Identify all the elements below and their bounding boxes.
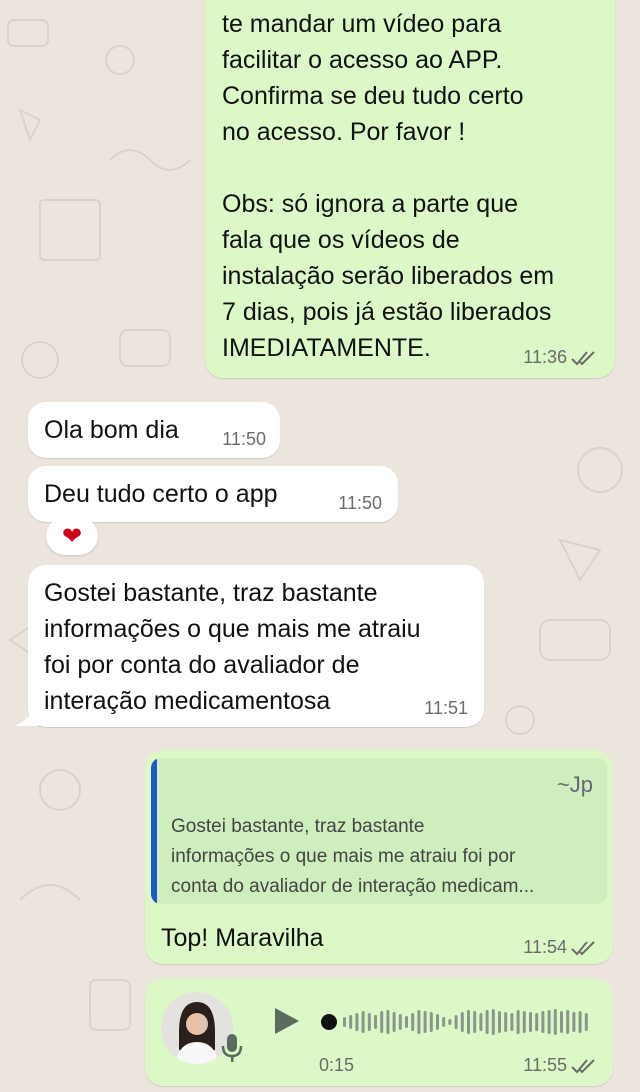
quoted-message[interactable]: ~Jp Gostei bastante, traz bastante infor… — [151, 758, 607, 904]
message-text: Gostei bastante, traz bastante informaçõ… — [44, 579, 421, 715]
heart-icon[interactable]: ❤ — [46, 517, 98, 555]
outgoing-message[interactable]: te mandar um vídeo para facilitar o aces… — [205, 0, 615, 378]
double-check-icon — [571, 1058, 597, 1074]
incoming-message[interactable]: Gostei bastante, traz bastante informaçõ… — [28, 565, 484, 727]
quote-text: Gostei bastante, traz bastante informaçõ… — [171, 816, 535, 897]
message-time: 11:50 — [222, 429, 266, 449]
quote-bar — [151, 758, 157, 904]
voice-waveform[interactable] — [321, 1006, 591, 1043]
double-check-icon — [571, 350, 597, 366]
message-text: Ola bom dia — [44, 416, 179, 444]
incoming-message[interactable]: Deu tudo certo o app 11:50 — [28, 466, 398, 522]
outgoing-message[interactable]: ~Jp Gostei bastante, traz bastante infor… — [145, 750, 613, 964]
voice-message[interactable]: 0:15 11:55 — [145, 978, 613, 1086]
double-check-icon — [571, 940, 597, 956]
message-text: te mandar um vídeo para facilitar o aces… — [222, 10, 555, 362]
message-meta: 11:54 — [523, 937, 597, 958]
message-time: 11:55 — [523, 1055, 567, 1075]
incoming-message[interactable]: Ola bom dia 11:50 — [28, 402, 280, 458]
message-time: 11:50 — [338, 493, 382, 513]
message-time: 11:54 — [523, 937, 567, 957]
message-meta: 11:55 — [523, 1055, 597, 1076]
message-text: Top! Maravilha — [161, 924, 324, 952]
message-time: 11:51 — [424, 698, 468, 718]
message-meta: 11:36 — [523, 347, 597, 368]
play-icon[interactable] — [271, 1006, 301, 1041]
message-text: Deu tudo certo o app — [44, 480, 278, 508]
message-time: 11:36 — [523, 347, 567, 367]
voice-duration: 0:15 — [319, 1055, 355, 1075]
bubble-tail — [14, 702, 38, 726]
microphone-icon — [221, 1032, 243, 1069]
quote-author: ~Jp — [556, 772, 593, 797]
